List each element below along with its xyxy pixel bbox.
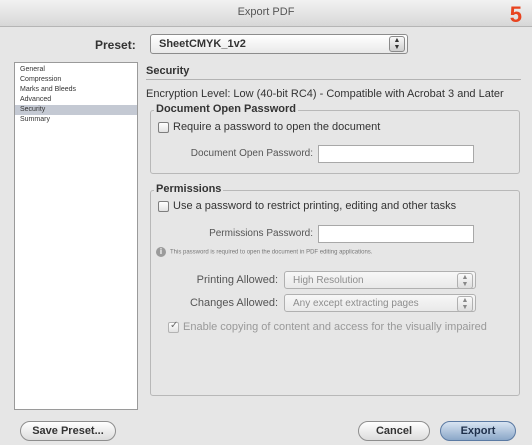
- restrict-permissions-checkbox[interactable]: [158, 200, 169, 212]
- section-header: Security: [146, 62, 521, 80]
- require-password-checkbox[interactable]: [158, 121, 169, 133]
- title-bar[interactable]: Export PDF: [0, 0, 532, 27]
- step-number-badge: 5: [509, 2, 522, 27]
- open-password-field-label: Document Open Password:: [190, 148, 313, 159]
- printing-allowed-select[interactable]: High Resolution ▲ ▼: [284, 271, 476, 289]
- permissions-password-field-label: Permissions Password:: [209, 228, 313, 239]
- printing-allowed-value: High Resolution: [293, 275, 364, 286]
- enable-copying-checkbox[interactable]: [168, 320, 179, 333]
- restrict-permissions-row[interactable]: Use a password to restrict printing, edi…: [158, 200, 456, 212]
- enable-copying-label: Enable copying of content and access for…: [183, 321, 487, 333]
- changes-allowed-value: Any except extracting pages: [293, 298, 419, 309]
- sidebar-item-compression[interactable]: Compression: [15, 75, 137, 85]
- changes-allowed-label: Changes Allowed:: [189, 297, 278, 309]
- security-panel: Security Encryption Level: Low (40-bit R…: [146, 62, 521, 410]
- up-down-arrows-icon: ▲ ▼: [457, 273, 473, 289]
- divider: [146, 79, 521, 80]
- changes-allowed-select[interactable]: Any except extracting pages ▲ ▼: [284, 294, 476, 312]
- section-title: Security: [146, 65, 190, 77]
- sidebar-item-label: Compression: [20, 76, 62, 83]
- enable-copying-row[interactable]: Enable copying of content and access for…: [168, 320, 487, 333]
- open-password-group: [150, 110, 520, 174]
- restrict-permissions-label: Use a password to restrict printing, edi…: [173, 200, 457, 212]
- sidebar-item-label: Marks and Bleeds: [20, 86, 77, 93]
- require-password-label: Require a password to open the document: [173, 121, 381, 133]
- sidebar-item-summary[interactable]: Summary: [15, 115, 137, 125]
- sidebar-item-label: Advanced: [20, 96, 52, 103]
- permissions-password-field[interactable]: [318, 225, 474, 243]
- preset-value: SheetCMYK_1v2: [159, 38, 246, 50]
- sidebar-item-label: Security: [20, 106, 46, 113]
- info-icon: i: [156, 247, 166, 257]
- export-pdf-dialog: Export PDF 5 Preset: SheetCMYK_1v2 ▲ ▼ Ge…: [0, 0, 532, 445]
- sidebar-item-security[interactable]: Security: [15, 105, 137, 115]
- open-password-group-title: Document Open Password: [154, 103, 298, 115]
- open-password-field[interactable]: [318, 145, 474, 163]
- sidebar-item-marks-and-bleeds[interactable]: Marks and Bleeds: [15, 85, 137, 95]
- sidebar-item-advanced[interactable]: Advanced: [15, 95, 137, 105]
- info-text: This password is required to open the do…: [170, 249, 373, 256]
- permissions-group: [150, 190, 520, 396]
- up-down-arrows-icon: ▲ ▼: [457, 296, 473, 312]
- save-preset-button[interactable]: Save Preset...: [20, 421, 116, 441]
- export-button[interactable]: Export: [440, 421, 516, 441]
- sidebar-item-general[interactable]: General: [15, 65, 137, 75]
- preset-select[interactable]: SheetCMYK_1v2 ▲ ▼: [150, 34, 408, 54]
- category-sidebar: General Compression Marks and Bleeds Adv…: [14, 62, 138, 410]
- preset-label: Preset:: [95, 38, 136, 52]
- require-password-row[interactable]: Require a password to open the document: [158, 121, 380, 133]
- up-down-arrows-icon: ▲ ▼: [389, 36, 405, 52]
- preset-row: Preset: SheetCMYK_1v2 ▲ ▼: [0, 34, 532, 56]
- info-row: i This password is required to open the d…: [156, 247, 372, 257]
- window-title: Export PDF: [237, 6, 295, 18]
- sidebar-item-label: Summary: [20, 116, 50, 123]
- printing-allowed-label: Printing Allowed:: [196, 274, 278, 286]
- encryption-level-text: Encryption Level: Low (40-bit RC4) - Com…: [146, 88, 504, 100]
- cancel-button[interactable]: Cancel: [358, 421, 430, 441]
- sidebar-item-label: General: [20, 66, 45, 73]
- permissions-group-title: Permissions: [154, 183, 224, 195]
